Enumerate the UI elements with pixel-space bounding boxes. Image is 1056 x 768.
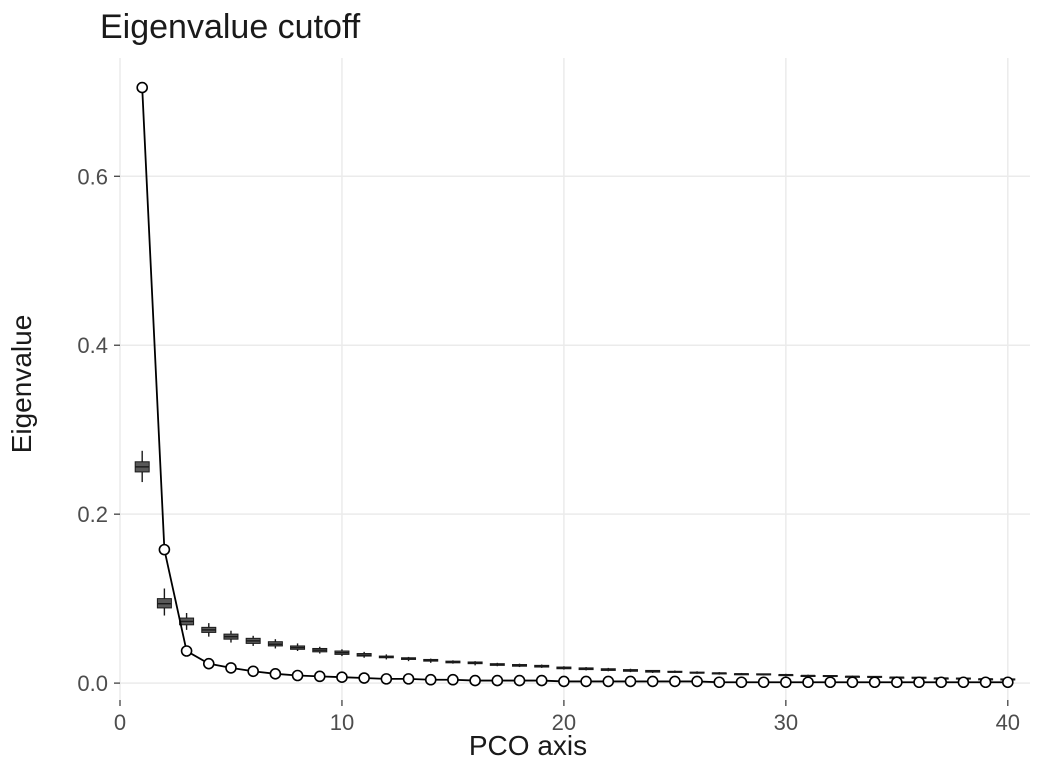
data-point <box>1003 677 1013 687</box>
x-tick-label: 10 <box>330 710 354 735</box>
data-point <box>159 545 169 555</box>
data-point <box>648 676 658 686</box>
data-point <box>958 677 968 687</box>
data-point <box>492 676 502 686</box>
data-point <box>315 671 325 681</box>
x-tick-label: 30 <box>774 710 798 735</box>
data-point <box>204 659 214 669</box>
data-point <box>381 674 391 684</box>
data-point <box>936 677 946 687</box>
x-tick-label: 40 <box>996 710 1020 735</box>
data-point <box>226 663 236 673</box>
chart-svg: 0 10 20 30 40 0.0 0.2 0.4 0.6 <box>0 0 1056 768</box>
data-point <box>714 677 724 687</box>
plot-panel <box>120 58 1030 700</box>
data-point <box>892 677 902 687</box>
data-point <box>470 676 480 686</box>
data-point <box>981 677 991 687</box>
data-point <box>847 677 857 687</box>
data-point <box>182 646 192 656</box>
y-tick-label: 0.0 <box>77 671 108 696</box>
data-point <box>603 676 613 686</box>
data-point <box>825 677 835 687</box>
data-point <box>914 677 924 687</box>
y-tick-label: 0.2 <box>77 502 108 527</box>
data-point <box>448 675 458 685</box>
data-point <box>404 674 414 684</box>
data-point <box>670 676 680 686</box>
data-point <box>293 671 303 681</box>
data-point <box>359 673 369 683</box>
data-point <box>426 675 436 685</box>
data-point <box>759 677 769 687</box>
chart-container: Eigenvalue cutoff Eigenvalue PCO axis 01… <box>0 0 1056 768</box>
y-tick-label: 0.6 <box>77 164 108 189</box>
data-point <box>581 676 591 686</box>
data-point <box>248 666 258 676</box>
data-point <box>515 676 525 686</box>
data-point <box>337 672 347 682</box>
data-point <box>137 83 147 93</box>
y-tick-label: 0.4 <box>77 333 108 358</box>
data-point <box>537 676 547 686</box>
data-point <box>559 676 569 686</box>
data-point <box>736 677 746 687</box>
data-point <box>870 677 880 687</box>
data-point <box>625 676 635 686</box>
data-point <box>692 676 702 686</box>
x-tick-label: 20 <box>552 710 576 735</box>
data-point <box>270 669 280 679</box>
x-tick-label: 0 <box>114 710 126 735</box>
data-point <box>781 677 791 687</box>
data-point <box>803 677 813 687</box>
